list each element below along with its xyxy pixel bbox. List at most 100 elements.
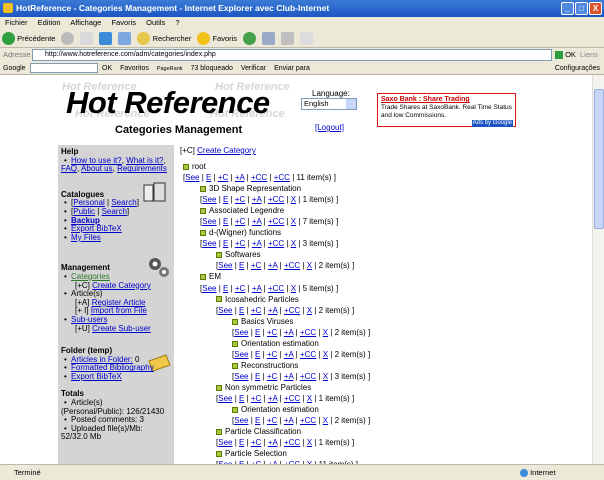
action-link-0[interactable]: See [234, 372, 248, 381]
go-button[interactable]: OK [555, 48, 576, 62]
action-link-3[interactable]: +A [268, 438, 278, 447]
language-select[interactable]: English [301, 98, 357, 110]
action-link-1[interactable]: E [223, 239, 228, 248]
action-link-3[interactable]: +A [268, 394, 278, 403]
action-link-1[interactable]: E [223, 284, 228, 293]
ad-box[interactable]: Saxo Bank : Share Trading Trade Shares a… [377, 93, 516, 127]
action-link-0[interactable]: See [202, 217, 216, 226]
sub-users-link[interactable]: Sub-users [71, 315, 107, 324]
action-link-1[interactable]: E [255, 350, 260, 359]
menu-favorites[interactable]: Favoris [111, 18, 136, 27]
action-link-1[interactable]: E [255, 328, 260, 337]
action-link-4[interactable]: +CC [300, 350, 316, 359]
delete-link[interactable]: X [307, 261, 312, 270]
action-link-0[interactable]: See [234, 350, 248, 359]
action-link-2[interactable]: +C [218, 173, 228, 182]
site-logo[interactable]: Hot Reference [66, 85, 270, 121]
history-icon[interactable] [243, 31, 257, 45]
logout-link[interactable]: [Logout] [315, 123, 344, 132]
action-link-1[interactable]: E [239, 438, 244, 447]
refresh-icon[interactable] [99, 31, 113, 45]
action-link-2[interactable]: +C [251, 306, 261, 315]
google-favorites-button[interactable]: Favoritos [120, 65, 149, 72]
print-icon[interactable] [281, 31, 295, 45]
maximize-button[interactable]: □ [575, 2, 588, 15]
delete-link[interactable]: X [291, 217, 296, 226]
action-link-0[interactable]: See [234, 416, 248, 425]
action-link-2[interactable]: +C [267, 350, 277, 359]
menu-edit[interactable]: Edition [38, 18, 61, 27]
verify-button[interactable]: Verificar [241, 65, 266, 72]
public-search-link[interactable]: Search [102, 207, 127, 216]
google-search-input[interactable] [30, 63, 98, 73]
back-button[interactable]: Précédente [2, 29, 55, 48]
delete-link[interactable]: X [323, 416, 328, 425]
action-link-4[interactable]: +CC [300, 328, 316, 337]
action-link-4[interactable]: +CC [268, 195, 284, 204]
folder-export-bibtex-link[interactable]: Export BibTeX [71, 372, 122, 381]
action-link-4[interactable]: +CC [284, 261, 300, 270]
action-link-1[interactable]: E [223, 195, 228, 204]
action-link-0[interactable]: See [234, 328, 248, 337]
action-link-4[interactable]: +CC [268, 239, 284, 248]
ads-by-google[interactable]: Ads by Google [471, 120, 513, 127]
delete-link[interactable]: X [323, 328, 328, 337]
action-link-3[interactable]: +A [252, 239, 262, 248]
action-link-0[interactable]: See [202, 195, 216, 204]
requirements-link[interactable]: Requirements [117, 164, 167, 173]
delete-link[interactable]: X [291, 284, 296, 293]
action-link-3[interactable]: +A [284, 416, 294, 425]
delete-link[interactable]: X [307, 438, 312, 447]
scrollbar-thumb[interactable] [594, 89, 604, 229]
action-link-2[interactable]: +C [251, 438, 261, 447]
action-link-0[interactable]: See [202, 284, 216, 293]
menu-help[interactable]: ? [175, 18, 179, 27]
action-link-3[interactable]: +A [284, 328, 294, 337]
menu-tools[interactable]: Outils [146, 18, 165, 27]
window-titlebar[interactable]: HotReference - Categories Management - I… [0, 0, 604, 17]
action-link-0[interactable]: See [185, 173, 199, 182]
action-link-1[interactable]: E [239, 306, 244, 315]
delete-link[interactable]: X [307, 306, 312, 315]
categories-link[interactable]: Categories [71, 272, 110, 281]
favorites-button[interactable]: Favoris [197, 29, 237, 48]
action-link-1[interactable]: E [255, 416, 260, 425]
action-link-0[interactable]: See [218, 438, 232, 447]
home-icon[interactable] [118, 31, 132, 45]
how-to-link[interactable]: How to use it? [71, 156, 122, 165]
action-link-0[interactable]: See [218, 306, 232, 315]
action-link-1[interactable]: E [239, 394, 244, 403]
action-link-3[interactable]: +A [252, 217, 262, 226]
action-link-4[interactable]: +CC [268, 284, 284, 293]
links-label[interactable]: Liens [580, 48, 598, 62]
minimize-button[interactable]: _ [561, 2, 574, 15]
action-link-4[interactable]: +CC [300, 416, 316, 425]
action-link-4[interactable]: +CC [300, 372, 316, 381]
google-go-button[interactable]: OK [102, 65, 112, 72]
action-link-1[interactable]: E [239, 261, 244, 270]
delete-link[interactable]: X [323, 350, 328, 359]
action-link-2[interactable]: +C [235, 239, 245, 248]
search-button[interactable]: Rechercher [137, 29, 191, 48]
delete-link[interactable]: X [323, 372, 328, 381]
create-category-top-link[interactable]: Create Category [197, 146, 256, 155]
delete-link[interactable]: X [291, 239, 296, 248]
delete-link[interactable]: X [307, 394, 312, 403]
action-link-2[interactable]: +C [235, 284, 245, 293]
google-config-button[interactable]: Configurações [555, 62, 600, 75]
action-link-2[interactable]: +C [267, 328, 277, 337]
action-link-3[interactable]: +A [252, 195, 262, 204]
action-link-4[interactable]: +CC [251, 173, 267, 182]
about-link[interactable]: About us [81, 164, 113, 173]
action-link-4[interactable]: +CC [284, 438, 300, 447]
action-link-2[interactable]: +C [251, 261, 261, 270]
action-link-4[interactable]: +CC [284, 394, 300, 403]
faq-link[interactable]: FAQ [61, 164, 77, 173]
menu-view[interactable]: Affichage [70, 18, 101, 27]
action-link-0[interactable]: See [202, 239, 216, 248]
edit-icon[interactable] [300, 31, 314, 45]
delete-link[interactable]: X [291, 195, 296, 204]
stop-icon[interactable] [80, 31, 94, 45]
action-link-0[interactable]: See [218, 261, 232, 270]
create-subuser-link[interactable]: Create Sub-user [92, 324, 151, 333]
